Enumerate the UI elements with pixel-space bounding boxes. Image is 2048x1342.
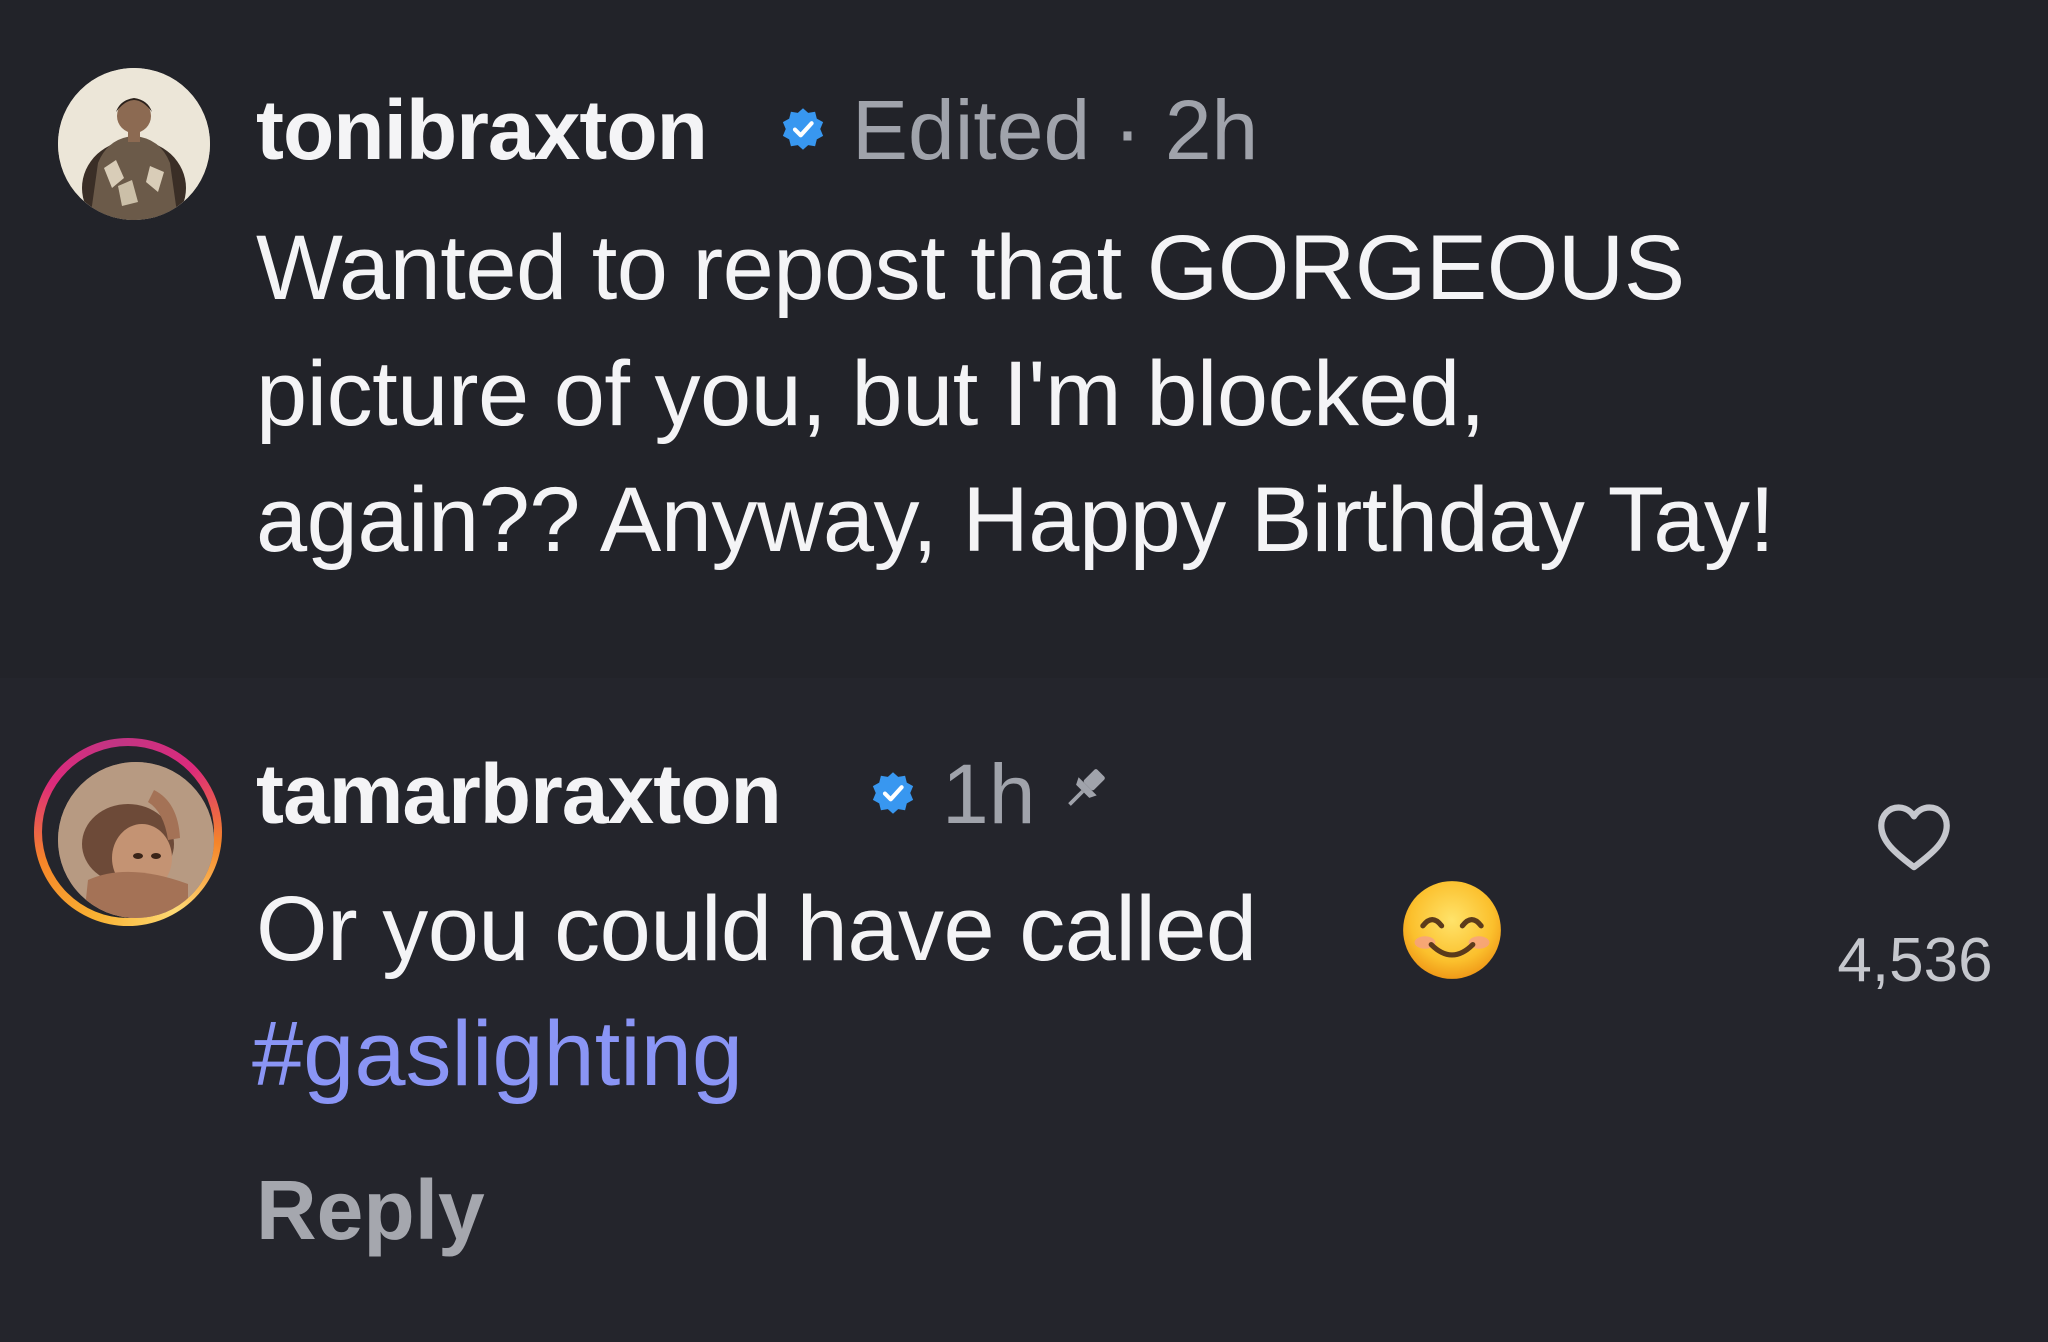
comment-text-line-3: again?? Anyway, Happy Birthday Tay! bbox=[256, 469, 1775, 571]
username[interactable]: tonibraxton bbox=[256, 88, 708, 172]
heart-icon[interactable] bbox=[1874, 800, 1954, 872]
avatar-image bbox=[58, 762, 214, 918]
comment-time: 1h bbox=[942, 747, 1036, 841]
verified-badge-icon bbox=[782, 108, 824, 150]
like-count: 4,536 bbox=[1837, 926, 1993, 995]
story-ring[interactable] bbox=[34, 738, 222, 926]
hashtag-link[interactable]: #gaslighting bbox=[252, 1008, 743, 1100]
avatar-tamarbraxton[interactable] bbox=[58, 762, 214, 918]
comment-meta: Edited · 2h bbox=[852, 83, 1259, 177]
comment-text-line-2: picture of you, but I'm blocked, bbox=[256, 343, 1485, 445]
comment-toni: tonibraxton Edited · 2h Wanted to repost… bbox=[0, 0, 2048, 678]
comment-text: Or you could have called bbox=[256, 878, 1257, 980]
pin-icon bbox=[1068, 769, 1105, 806]
avatar-image bbox=[58, 68, 210, 220]
avatar-tonibraxton[interactable] bbox=[58, 68, 210, 220]
reply-button[interactable]: Reply bbox=[256, 1168, 485, 1252]
username[interactable]: tamarbraxton bbox=[256, 752, 782, 836]
smiling-face-with-smiling-eyes-icon bbox=[1403, 881, 1501, 979]
verified-badge-icon bbox=[872, 772, 914, 814]
comment-text-line-1: Wanted to repost that GORGEOUS bbox=[256, 217, 1685, 319]
